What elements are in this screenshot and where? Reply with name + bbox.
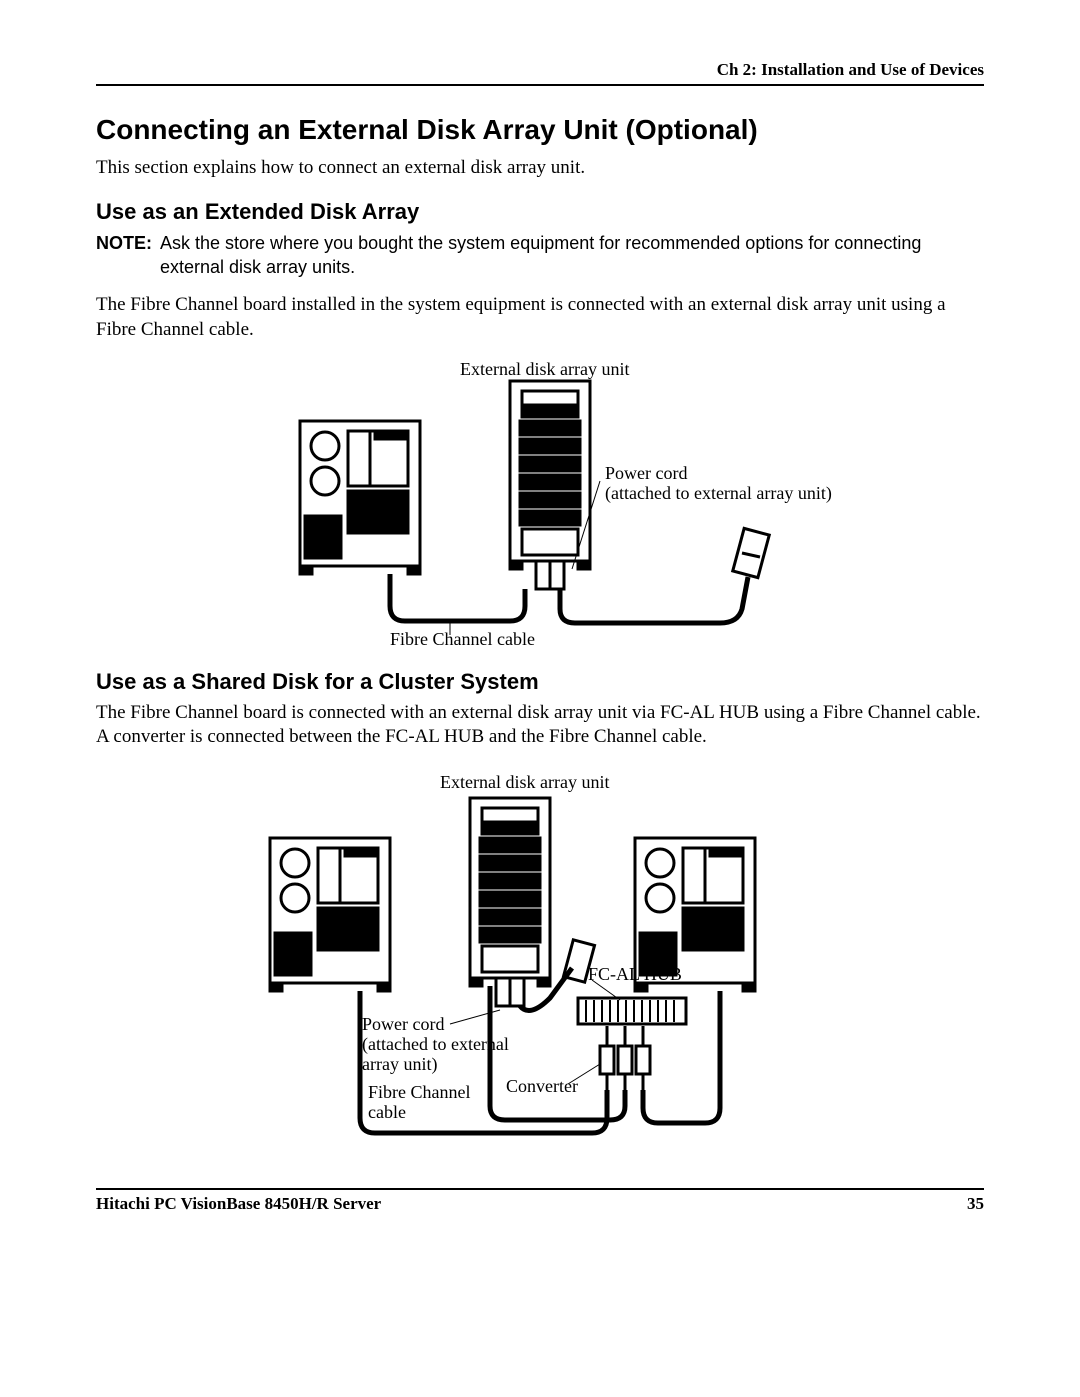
footer-product: Hitachi PC VisionBase 8450H/R Server: [96, 1194, 381, 1214]
note: NOTE: Ask the store where you bought the…: [96, 231, 984, 280]
d2-powercord3: array unit): [362, 1054, 437, 1075]
page: Ch 2: Installation and Use of Devices Co…: [0, 0, 1080, 1254]
sub1-body: The Fibre Channel board installed in the…: [96, 293, 984, 342]
d1-fccable: Fibre Channel cable: [390, 629, 535, 650]
d1-powercord: Power cord: [605, 463, 687, 484]
diagram-extended: External disk array unit Power cord (att…: [190, 361, 890, 651]
running-head: Ch 2: Installation and Use of Devices: [96, 60, 984, 86]
footer: Hitachi PC VisionBase 8450H/R Server 35: [96, 1188, 984, 1214]
section-title: Connecting an External Disk Array Unit (…: [96, 114, 984, 146]
note-label: NOTE:: [96, 231, 152, 280]
d2-fccable2: cable: [368, 1102, 406, 1123]
subsection-extended: Use as an Extended Disk Array: [96, 199, 984, 225]
d1-powercord2: (attached to external array unit): [605, 483, 832, 504]
diagram1-svg: [190, 361, 890, 651]
d2-powercord1: Power cord: [362, 1014, 444, 1035]
diagram-cluster: External disk array unit Power cord (att…: [160, 768, 920, 1148]
d2-hub: FC-AL HUB: [588, 964, 682, 985]
d2-fccable1: Fibre Channel: [368, 1082, 470, 1103]
footer-page: 35: [967, 1194, 984, 1214]
subsection-cluster: Use as a Shared Disk for a Cluster Syste…: [96, 669, 984, 695]
note-text: Ask the store where you bought the syste…: [158, 231, 984, 280]
d2-powercord2: (attached to external: [362, 1034, 509, 1055]
d1-ext-unit: External disk array unit: [460, 359, 629, 380]
d2-converter: Converter: [506, 1076, 578, 1097]
section-intro: This section explains how to connect an …: [96, 156, 984, 181]
sub2-body: The Fibre Channel board is connected wit…: [96, 701, 984, 750]
d2-ext-unit: External disk array unit: [440, 772, 609, 793]
